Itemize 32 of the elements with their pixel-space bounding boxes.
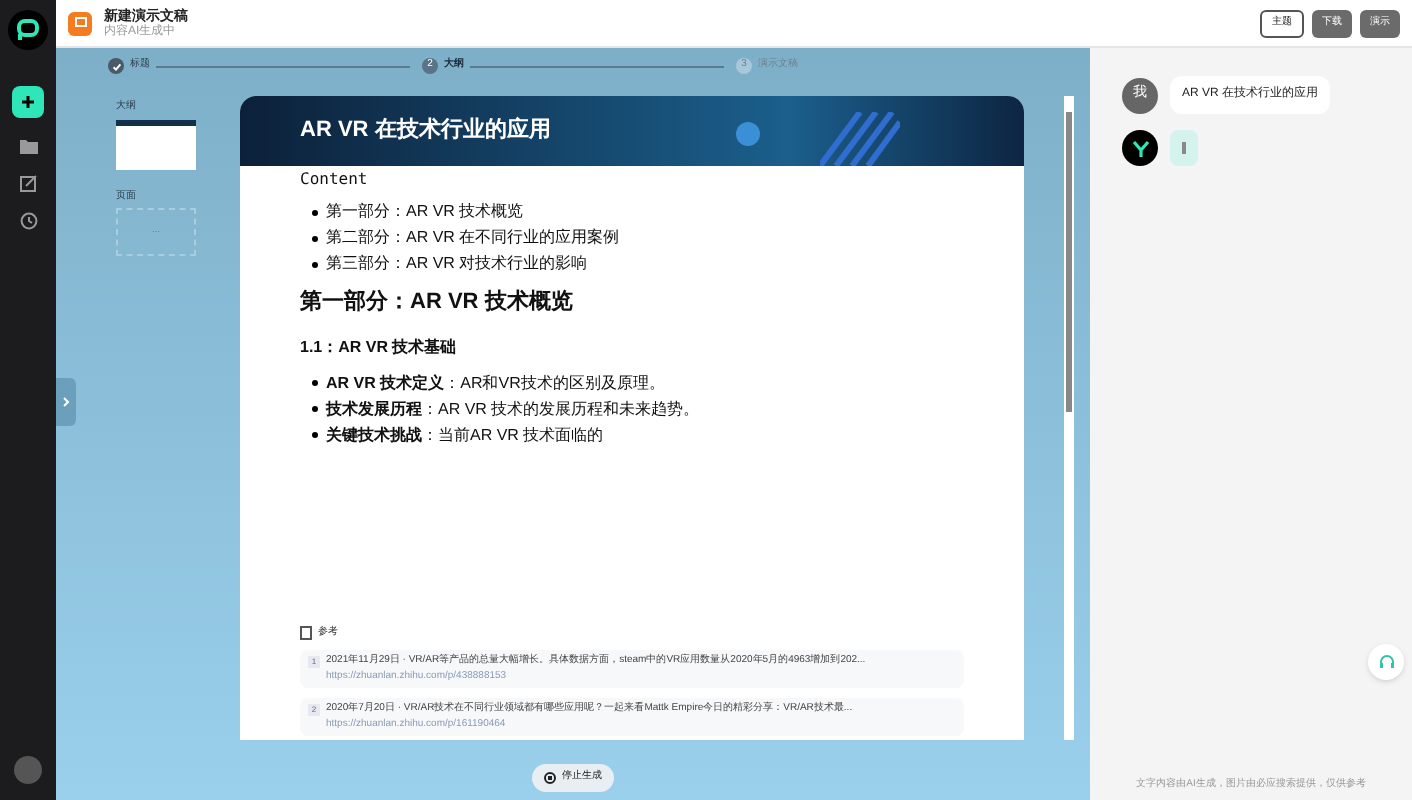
toc-item: 第一部分：AR VR 技术概览: [326, 200, 524, 224]
bullet-icon: [312, 432, 318, 438]
logo-icon: [8, 10, 48, 50]
bullet-icon: [312, 235, 318, 241]
document-icon: [300, 625, 312, 640]
bullet-point: 关键技术挑战：当前AR VR 技术面临的: [326, 423, 604, 447]
subsection-heading: 1.1：AR VR 技术基础: [300, 335, 459, 359]
stripes-decoration: [820, 112, 900, 166]
headset-icon: [1377, 653, 1395, 671]
toc-item: 第二部分：AR VR 在不同行业的应用案例: [326, 226, 620, 250]
bullet-point: AR VR 技术定义：AR和VR技术的区别及原理。: [326, 371, 665, 395]
circle-decoration: [736, 122, 760, 146]
bullet-icon: [312, 406, 318, 412]
bullet-point: 技术发展历程：AR VR 技术的发展历程和未来趋势。: [326, 397, 700, 421]
bullet-icon: [312, 380, 318, 386]
stop-icon: [544, 772, 556, 784]
bullet-icon: [312, 209, 318, 215]
section-heading: 第一部分：AR VR 技术概览: [300, 287, 575, 318]
history-icon[interactable]: [19, 212, 37, 230]
document-icon: [68, 11, 92, 35]
slide-title: AR VR 在技术行业的应用: [300, 115, 551, 147]
edit-icon[interactable]: [19, 174, 37, 192]
toc-item: 第三部分：AR VR 对技术行业的影响: [326, 252, 588, 276]
slide-thumbnail[interactable]: [116, 119, 196, 169]
chevron-right-icon: [62, 396, 70, 408]
plus-icon: [20, 94, 36, 110]
scrollbar[interactable]: [1064, 96, 1074, 740]
assistant-avatar: [1122, 130, 1158, 166]
content-label: Content: [300, 168, 370, 192]
bullet-icon: [312, 261, 318, 267]
folder-icon[interactable]: [19, 138, 37, 154]
new-button[interactable]: [12, 86, 44, 118]
